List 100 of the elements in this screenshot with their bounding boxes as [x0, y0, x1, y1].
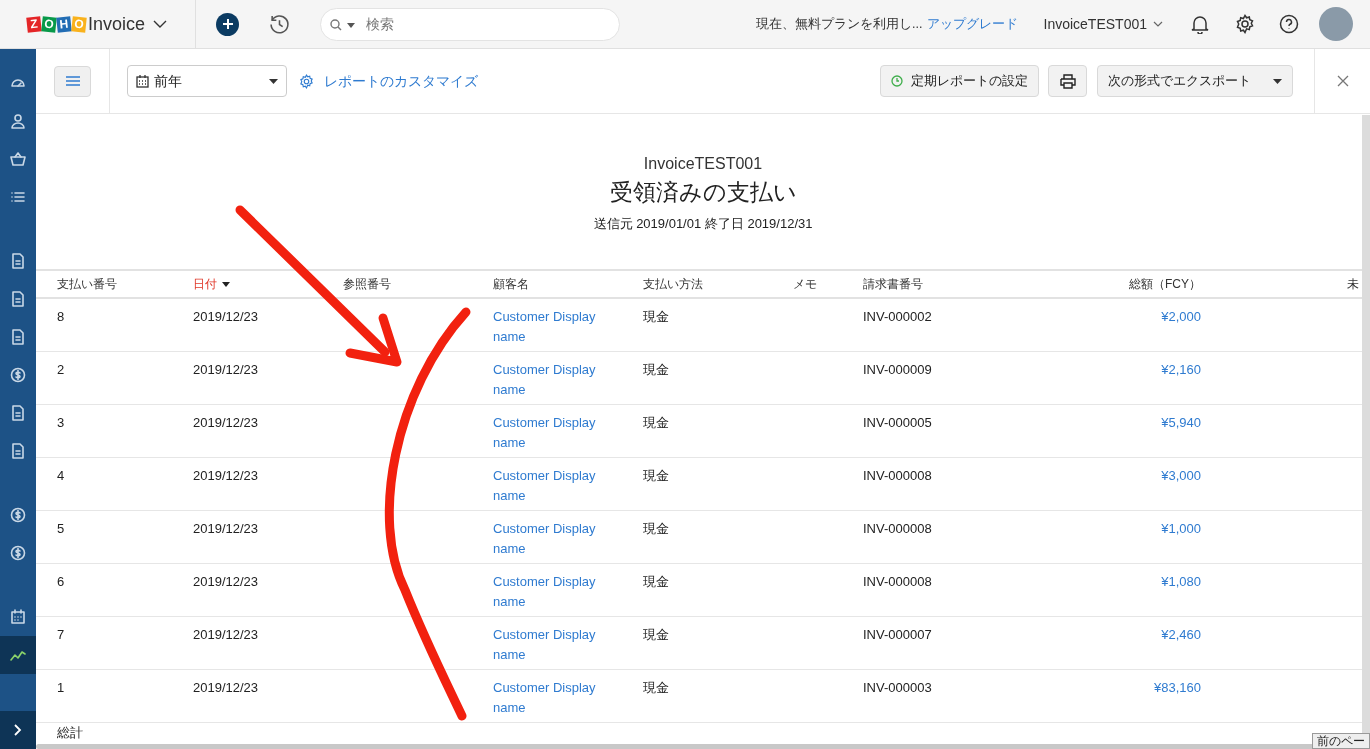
basket-icon	[10, 151, 26, 167]
caret-icon	[1273, 78, 1282, 84]
customize-report-link[interactable]: レポートのカスタマイズ	[324, 70, 478, 92]
amount-link[interactable]: ¥2,160	[1161, 360, 1201, 380]
schedule-report-button[interactable]: 定期レポートの設定	[880, 65, 1039, 97]
table-cell: 現金	[643, 468, 669, 483]
amount-link[interactable]: ¥5,940	[1161, 413, 1201, 433]
table-cell: 1	[57, 680, 65, 695]
dollar-coin-icon	[10, 367, 26, 383]
table-cell: 現金	[643, 627, 669, 642]
table-cell: 現金	[643, 521, 669, 536]
organization-name: InvoiceTEST001	[643, 154, 763, 174]
table-cell: INV-000003	[863, 680, 932, 695]
avatar[interactable]	[1319, 7, 1353, 41]
table-cell: 3	[57, 415, 65, 430]
column-header[interactable]: 未	[1347, 275, 1362, 293]
customer-link[interactable]: Customer Display name	[493, 307, 613, 347]
search-field[interactable]: 検索	[320, 7, 620, 41]
amount-link[interactable]: ¥83,160	[1154, 678, 1201, 698]
customer-link[interactable]: Customer Display name	[493, 519, 613, 559]
menu-icon	[65, 76, 80, 86]
table-cell: 2019/12/23	[193, 468, 259, 483]
table-cell: 7	[57, 627, 65, 642]
chevron-right-icon	[14, 724, 22, 736]
menu-button[interactable]	[54, 65, 91, 97]
caret-icon	[269, 78, 278, 84]
document-icon	[10, 405, 26, 421]
chevron-down-icon[interactable]	[153, 20, 168, 28]
amount-link[interactable]: ¥3,000	[1161, 466, 1201, 486]
column-header[interactable]: 支払い方法	[643, 275, 793, 293]
table-cell: 4	[57, 468, 65, 483]
close-icon[interactable]	[1336, 75, 1349, 87]
print-button[interactable]	[1048, 65, 1087, 97]
column-header[interactable]: 日付	[193, 275, 343, 293]
person-icon	[10, 113, 26, 129]
zoho-logo[interactable]: Z O H O	[27, 16, 86, 32]
add-button[interactable]	[216, 12, 239, 36]
calendar-icon	[136, 74, 149, 88]
table-cell: INV-000009	[863, 362, 932, 377]
expand-sidebar-button[interactable]	[0, 711, 36, 749]
table-cell: 2019/12/23	[193, 521, 259, 536]
table-cell: 2019/12/23	[193, 309, 259, 324]
grand-total-label: 総計	[57, 725, 83, 740]
table-cell: INV-000008	[863, 468, 932, 483]
report-title: 受領済みの支払い	[609, 178, 797, 207]
table-cell: INV-000008	[863, 574, 932, 589]
table-cell: INV-000008	[863, 521, 932, 536]
customer-link[interactable]: Customer Display name	[493, 466, 613, 506]
gear-icon[interactable]	[299, 73, 314, 89]
table-cell: 2019/12/23	[193, 680, 259, 695]
customer-link[interactable]: Customer Display name	[493, 572, 613, 612]
sidebar-item[interactable]	[0, 636, 36, 674]
column-header[interactable]: 支払い番号	[57, 275, 193, 293]
amount-link[interactable]: ¥2,000	[1161, 307, 1201, 327]
clock-icon	[891, 75, 903, 87]
sort-caret-icon	[222, 281, 230, 287]
app-name[interactable]: Invoice	[88, 10, 146, 38]
document-icon	[10, 253, 26, 269]
column-header[interactable]: 請求書番号	[863, 275, 1063, 293]
tooltip: 前のペー	[1312, 733, 1370, 749]
customer-link[interactable]: Customer Display name	[493, 360, 613, 400]
column-header[interactable]: 顧客名	[493, 275, 643, 293]
date-range: 送信元 2019/01/01 終了日 2019/12/31	[593, 215, 813, 233]
document-icon	[10, 291, 26, 307]
document-icon	[10, 329, 26, 345]
table-cell: 5	[57, 521, 65, 536]
upgrade-link[interactable]: アップグレード	[926, 14, 1018, 34]
table-cell: 6	[57, 574, 65, 589]
caret-icon[interactable]	[347, 22, 355, 28]
table-cell: INV-000007	[863, 627, 932, 642]
chevron-down-icon[interactable]	[1153, 21, 1163, 27]
table-cell: 2019/12/23	[193, 415, 259, 430]
table-cell: 8	[57, 309, 65, 324]
notification-bell-icon[interactable]	[1191, 14, 1209, 34]
history-icon[interactable]	[269, 13, 290, 35]
customer-link[interactable]: Customer Display name	[493, 625, 613, 665]
table-cell: 2019/12/23	[193, 574, 259, 589]
table-cell: INV-000005	[863, 415, 932, 430]
amount-link[interactable]: ¥1,080	[1161, 572, 1201, 592]
table-cell: 現金	[643, 309, 669, 324]
organization-switcher[interactable]: InvoiceTEST001	[1043, 13, 1147, 35]
plan-notice: 現在、無料プランを利用し...	[756, 15, 923, 33]
column-header[interactable]: メモ	[793, 275, 863, 293]
column-header[interactable]: 参照番号	[343, 275, 493, 293]
table-cell: 現金	[643, 574, 669, 589]
amount-link[interactable]: ¥1,000	[1161, 519, 1201, 539]
table-cell: 2019/12/23	[193, 362, 259, 377]
table-cell: INV-000002	[863, 309, 932, 324]
customer-link[interactable]: Customer Display name	[493, 413, 613, 453]
column-header[interactable]: 総額（FCY）	[1063, 275, 1201, 293]
period-dropdown[interactable]: 前年	[127, 65, 287, 97]
list-icon	[10, 189, 26, 205]
export-dropdown[interactable]: 次の形式でエクスポート	[1097, 65, 1293, 97]
help-icon[interactable]	[1279, 14, 1299, 34]
amount-link[interactable]: ¥2,460	[1161, 625, 1201, 645]
settings-icon[interactable]	[1235, 14, 1255, 34]
customer-link[interactable]: Customer Display name	[493, 678, 613, 718]
table-cell: 現金	[643, 362, 669, 377]
dollar-coin-icon	[10, 545, 26, 561]
table-cell: 現金	[643, 680, 669, 695]
